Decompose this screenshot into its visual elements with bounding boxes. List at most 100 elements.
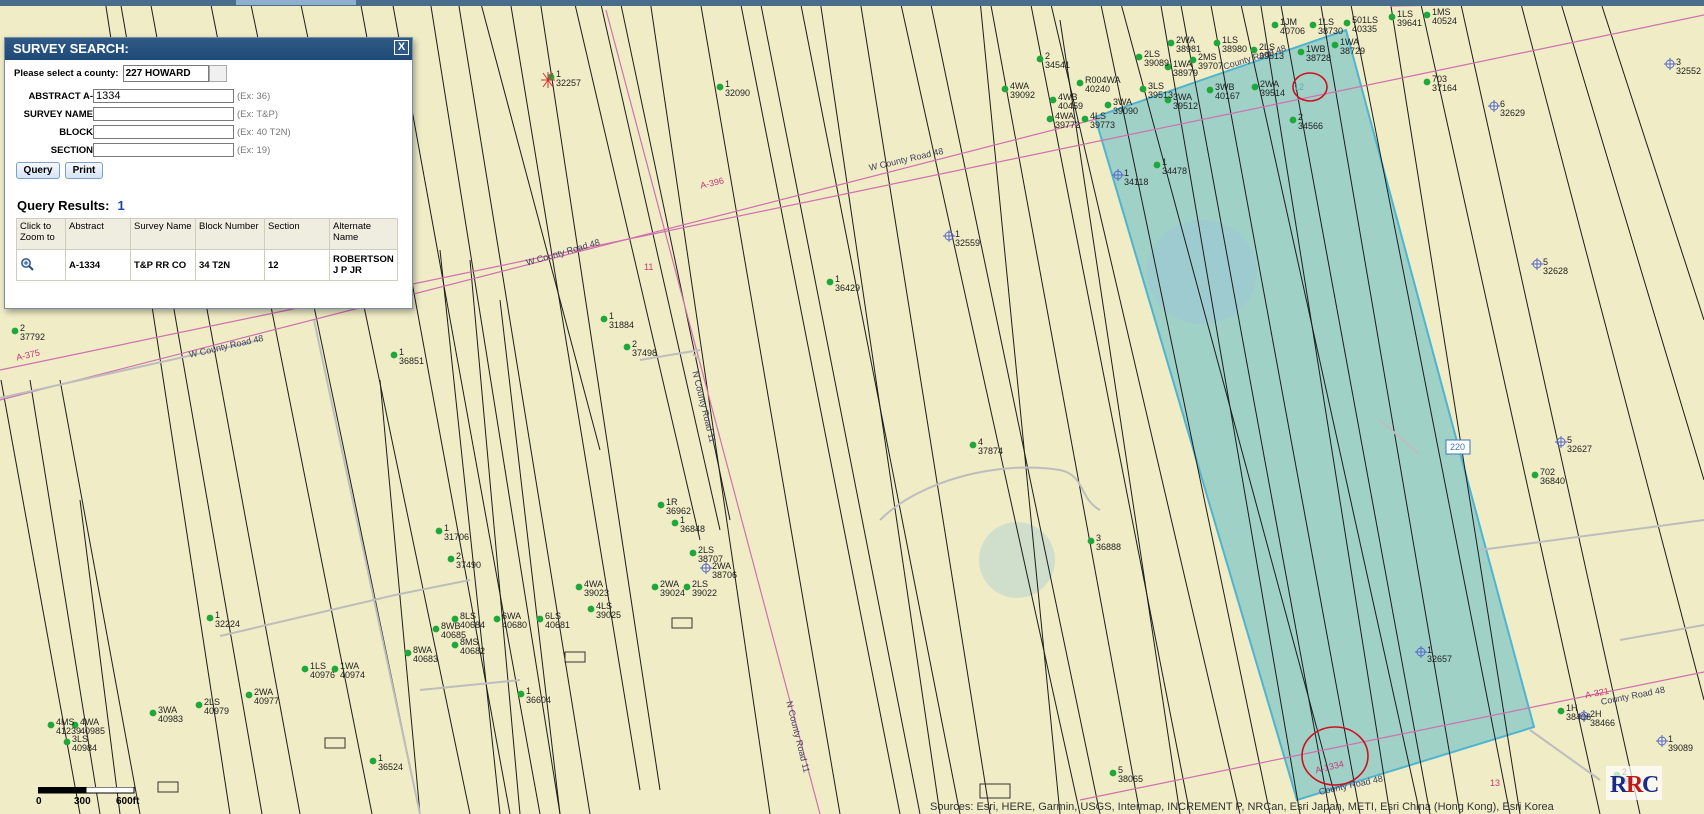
well-dot-w38[interactable] [390,351,398,359]
well-label-api: 39772 [1055,120,1081,130]
county-select[interactable] [122,65,209,82]
well-label-w59: 8MS 40682 [460,638,485,656]
well-dot-w17[interactable] [1206,86,1214,94]
well-dot-w23[interactable] [1251,83,1259,91]
well-dot-w67[interactable] [517,690,525,698]
well-dot-w68[interactable] [47,721,55,729]
well-dot-w55[interactable] [432,625,440,633]
well-dot-w60[interactable] [404,649,412,657]
well-dot-w48[interactable] [447,555,455,563]
well-label-api: 34118 [1124,177,1149,187]
pond-shape-2 [979,522,1055,598]
top-tab[interactable] [236,0,356,5]
well-dot-w27[interactable] [1423,78,1431,86]
well-label-w3: 2 34541 [1045,52,1070,70]
well-dot-w7[interactable] [1046,115,1054,123]
well-dot-w19[interactable] [1271,21,1279,29]
print-button[interactable]: Print [65,162,103,179]
well-dot-w25[interactable] [1388,13,1396,21]
well-dot-w59[interactable] [451,641,459,649]
well-dot-w54[interactable] [206,614,214,622]
cell-block: 34 T2N [195,249,265,281]
query-results-label: Query Results: [17,198,110,213]
close-button[interactable]: X [394,40,409,55]
county-dropdown-arrow[interactable] [208,65,227,82]
col-block-number: Block Number [195,218,265,250]
section-input[interactable] [93,143,234,157]
well-dot-w24[interactable] [1343,19,1351,27]
well-dot-w64[interactable] [245,691,253,699]
well-dot-w40[interactable] [969,441,977,449]
survey-name-row: SURVEY NAME (Ex: T&P) [5,107,278,121]
well-dot-w70[interactable] [63,738,71,746]
well-dot-w3[interactable] [1036,55,1044,63]
well-dot-w34[interactable] [826,278,834,286]
well-label-api: 38728 [1306,53,1332,63]
block-example: (Ex: 40 T2N) [237,126,291,138]
well-dot-w47[interactable] [435,527,443,535]
well-dot-w44[interactable] [671,519,679,527]
well-dot-w50[interactable] [575,583,583,591]
well-dot-w29[interactable] [1153,161,1161,169]
well-dot-w57[interactable] [493,615,501,623]
zoom-cell[interactable] [16,249,66,281]
svg-text:C: C [1642,772,1659,798]
well-dot-w37[interactable] [623,343,631,351]
abstract-input[interactable] [93,89,234,103]
well-label-w6: 4WB 40459 [1058,93,1083,111]
well-dot-w13[interactable] [1167,39,1175,47]
well-dot-w15[interactable] [1213,39,1221,47]
well-dot-w51[interactable] [651,583,659,591]
well-dot-w72[interactable] [1109,769,1117,777]
well-dot-w45[interactable] [689,549,697,557]
section-label-11: 11 [644,262,654,272]
well-dot-w49[interactable] [1087,537,1095,545]
survey-name-input[interactable] [93,107,234,121]
well-label-w1: 1 32257 [556,70,581,88]
well-label-api: 36429 [835,283,861,293]
well-dot-w36[interactable] [600,315,608,323]
well-dot-w28[interactable] [1289,116,1297,124]
well-dot-w43[interactable] [657,501,665,509]
app-top-bar [0,0,1704,6]
well-dot-w61[interactable] [301,665,309,673]
rrc-logo-icon[interactable]: R R C [1606,766,1662,800]
table-row[interactable]: A-1334 T&P RR CO 34 T2N 12 ROBERTSON J P… [16,249,398,281]
section-example: (Ex: 19) [237,144,271,156]
well-dot-w6[interactable] [1049,96,1057,104]
well-label-w10: 2LS 39089 [1144,50,1169,68]
well-dot-w71[interactable] [369,757,377,765]
well-dot-w20[interactable] [1309,21,1317,29]
block-input[interactable] [93,125,234,139]
well-dot-w58[interactable] [536,615,544,623]
well-dot-w2[interactable] [716,83,724,91]
well-dot-w22[interactable] [1331,41,1339,49]
well-dot-w21[interactable] [1297,48,1305,56]
well-dot-w8[interactable] [1081,115,1089,123]
well-label-w29: 1 34478 [1162,158,1187,176]
well-label-w40: 4 37874 [978,438,1003,456]
well-dot-w26[interactable] [1423,11,1431,19]
well-dot-w11[interactable] [1139,85,1147,93]
well-label-api: 40681 [545,620,571,630]
well-dot-w42[interactable] [1531,471,1539,479]
well-pad-icons [157,617,1011,799]
zoom-magnifier-icon[interactable] [20,257,34,271]
well-dot-w5[interactable] [1076,79,1084,87]
well-dot-w39[interactable] [11,327,19,335]
col-alternate-name: Alternate Name [329,218,398,250]
well-dot-w65[interactable] [195,701,203,709]
well-dot-w4[interactable] [1001,85,1009,93]
well-dot-w9[interactable] [1104,101,1112,109]
well-dot-w73[interactable] [1557,707,1565,715]
well-label-api: 31706 [444,532,470,542]
well-dot-w53[interactable] [587,605,595,613]
well-label-w42: 702 36840 [1540,468,1565,486]
well-dot-w66[interactable] [149,709,157,717]
query-button[interactable]: Query [16,162,60,179]
well-label-w14: 2MS 39707 [1198,53,1223,71]
well-dot-w10[interactable] [1135,53,1143,61]
well-label-api: 40977 [254,696,280,706]
well-label-api: 32552 [1676,66,1702,76]
well-label-api: 38406 [1566,712,1592,722]
